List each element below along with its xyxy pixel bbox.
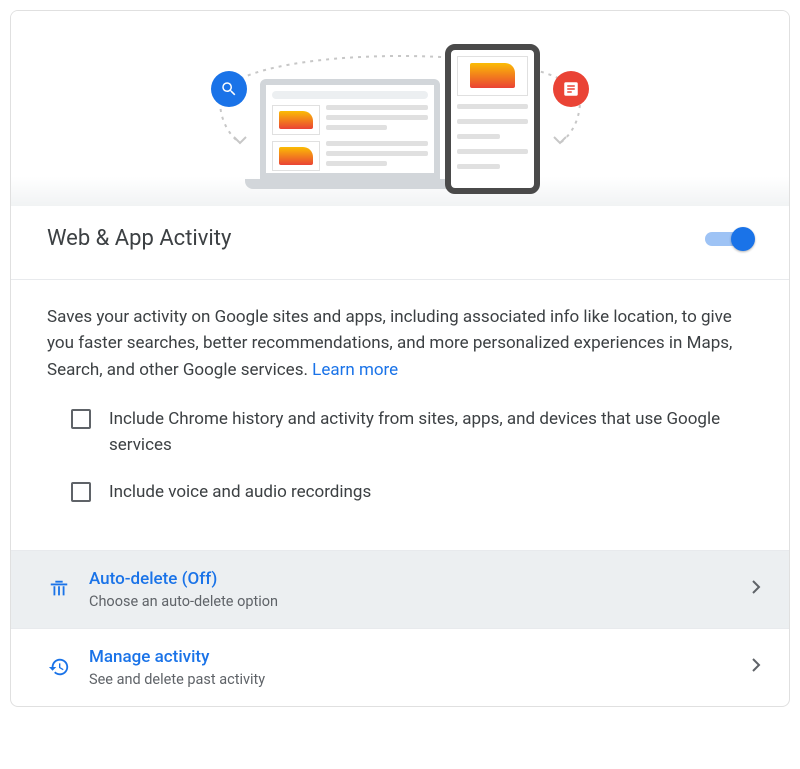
checkbox[interactable]: [71, 409, 91, 429]
section-title: Web & App Activity: [47, 226, 231, 251]
auto-delete-row[interactable]: Auto-delete (Off) Choose an auto-delete …: [11, 550, 789, 628]
option-label: Include voice and audio recordings: [109, 480, 371, 506]
chevron-right-icon: [751, 657, 761, 677]
row-subtitle: See and delete past activity: [89, 671, 751, 688]
history-icon: [47, 655, 71, 679]
activity-card: Web & App Activity Saves your activity o…: [10, 10, 790, 707]
phone-illustration: [445, 44, 540, 194]
article-icon: [553, 71, 589, 107]
row-title: Auto-delete (Off): [89, 569, 751, 589]
hero-illustration: [11, 11, 789, 206]
laptop-illustration: [260, 79, 450, 189]
row-title: Manage activity: [89, 647, 751, 667]
section-header: Web & App Activity: [11, 206, 789, 280]
sub-options: Include Chrome history and activity from…: [11, 389, 789, 550]
search-icon: [211, 71, 247, 107]
row-subtitle: Choose an auto-delete option: [89, 593, 751, 610]
option-label: Include Chrome history and activity from…: [109, 407, 753, 458]
option-chrome-history[interactable]: Include Chrome history and activity from…: [71, 407, 753, 458]
learn-more-link[interactable]: Learn more: [312, 360, 398, 380]
chevron-right-icon: [751, 579, 761, 599]
manage-activity-row[interactable]: Manage activity See and delete past acti…: [11, 628, 789, 706]
activity-toggle[interactable]: [705, 227, 753, 251]
description: Saves your activity on Google sites and …: [11, 280, 789, 389]
checkbox[interactable]: [71, 482, 91, 502]
auto-delete-icon: [47, 577, 71, 601]
option-voice-audio[interactable]: Include voice and audio recordings: [71, 480, 753, 506]
devices-illustration: [260, 49, 540, 199]
